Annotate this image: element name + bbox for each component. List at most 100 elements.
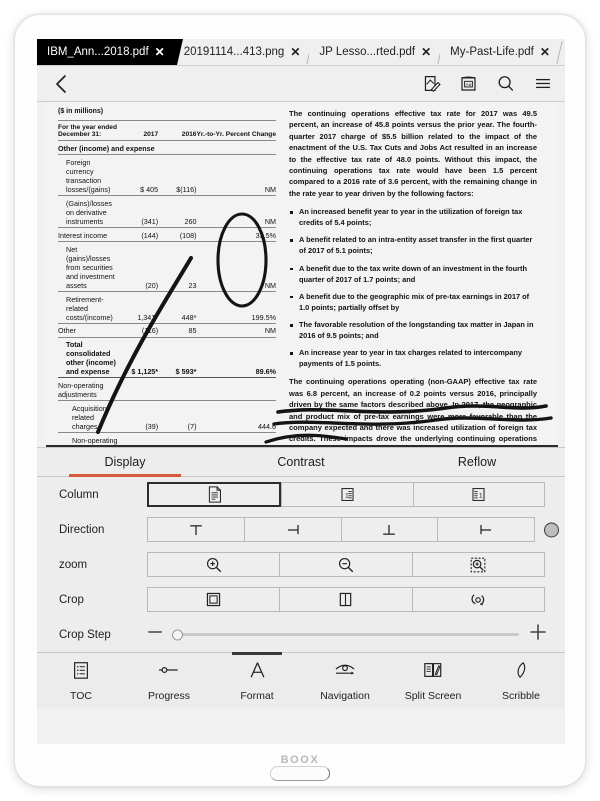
row-column: Column 1 1 — [37, 477, 565, 512]
table-row: Net (gains)/losses from securities and i… — [66, 244, 276, 290]
close-icon[interactable]: ✕ — [540, 46, 550, 58]
list-item: A benefit related to an intra-entity ass… — [289, 234, 537, 256]
nav-format[interactable]: Format — [213, 652, 301, 708]
tab-reflow[interactable]: Reflow — [389, 448, 565, 476]
nav-label: Split Screen — [404, 689, 462, 702]
tax-factor-bullets: An increased benefit year to year in the… — [289, 206, 537, 369]
table-row: Non-operating adjustments — [58, 381, 104, 400]
row-label: Crop — [59, 593, 84, 606]
plus-icon[interactable] — [529, 623, 547, 646]
slider-thumb[interactable] — [172, 629, 183, 640]
direction-bottom-icon[interactable] — [340, 517, 438, 542]
direction-right-icon[interactable] — [243, 517, 341, 542]
zoom-out-icon[interactable] — [279, 552, 412, 577]
table-row: Foreign currency transaction losses/(gai… — [66, 158, 276, 194]
crop-half-page-icon[interactable] — [279, 587, 412, 612]
tab-ibm-annual-2018[interactable]: IBM_Ann...2018.pdf ✕ — [37, 39, 174, 65]
list-item: An increased benefit year to year in the… — [289, 206, 537, 228]
crop-step-slider[interactable] — [172, 629, 519, 640]
direction-top-icon[interactable] — [147, 517, 244, 542]
zoom-area-icon[interactable] — [411, 552, 545, 577]
financial-table: For the year ended December 31: 2017 201… — [58, 120, 276, 447]
list-item: A benefit due to the tax write down of a… — [289, 263, 537, 285]
close-icon[interactable]: ✕ — [155, 46, 165, 58]
table-section-title: Other (income) and expense — [58, 144, 155, 154]
nav-scribble[interactable]: Scribble — [477, 653, 565, 708]
table-row: Retirement-related costs/(income) 1,341* 4… — [66, 294, 276, 322]
navigation-eye-icon — [333, 660, 357, 685]
tab-display[interactable]: Display — [37, 448, 213, 477]
format-letter-a-icon — [247, 660, 268, 685]
nav-progress[interactable]: Progress — [125, 653, 213, 708]
display-settings-panel: Display Contrast Reflow Column 1 1 Direc… — [37, 447, 565, 652]
single-column-page-icon[interactable] — [147, 482, 282, 507]
nav-toc[interactable]: TOC — [37, 653, 125, 708]
table-row: Non-operating retirement-related (costs)… — [72, 435, 118, 447]
table-row: Interest income (144) (108) 33.5% — [58, 230, 276, 240]
right-paragraph-2: The continuing operations operating (non… — [289, 377, 537, 447]
tab-my-past-life-pdf[interactable]: My-Past-Life.pdf ✕ — [440, 39, 559, 65]
back-chevron-icon[interactable] — [53, 73, 69, 95]
row-label: Direction — [59, 523, 105, 536]
close-icon[interactable]: ✕ — [290, 46, 300, 58]
two-column-right-number-icon[interactable]: 1 — [412, 482, 545, 507]
nav-navigation[interactable]: Navigation — [301, 653, 389, 708]
table-row: Acquisition-related charges (39) (7) 444.6 — [72, 404, 276, 431]
annotate-page-icon[interactable] — [422, 74, 441, 93]
direction-left-icon[interactable] — [437, 517, 535, 542]
row-direction: Direction — [37, 512, 565, 547]
document-left-column: ($ in millions) For the year ended Decem… — [58, 108, 276, 447]
row-crop-step: Crop Step — [37, 617, 565, 652]
tab-contrast[interactable]: Contrast — [213, 448, 389, 476]
tab-label: Contrast — [277, 455, 325, 469]
row-label: Crop Step — [59, 628, 111, 641]
tab-20191114-png[interactable]: 20191114...413.png ✕ — [173, 39, 310, 65]
table-units-note: ($ in millions) — [58, 108, 104, 115]
column-segmented-control: 1 1 — [147, 482, 545, 507]
table-header-2016: 2016 — [181, 131, 197, 139]
tab-label: Display — [104, 455, 146, 469]
direction-overflow-knob[interactable] — [544, 522, 559, 537]
reader-toolbar: Aa — [37, 66, 565, 102]
device-frame: IBM_Ann...2018.pdf ✕ 20191114...413.png … — [14, 14, 586, 787]
menu-hamburger-icon[interactable] — [533, 74, 553, 93]
tab-jp-lesson-pdf[interactable]: JP Lesso...rted.pdf ✕ — [309, 39, 441, 65]
list-item: A benefit due to the geographic mix of p… — [289, 291, 537, 313]
minus-icon[interactable] — [147, 625, 163, 644]
nav-label: Scribble — [502, 689, 540, 702]
search-icon[interactable] — [496, 74, 515, 93]
dictionary-book-icon[interactable]: Aa — [459, 74, 478, 93]
scribble-pen-icon — [512, 660, 530, 685]
crop-segmented-control — [147, 587, 545, 612]
tab-label: 20191114...413.png — [183, 46, 285, 58]
nav-label: TOC — [70, 689, 92, 702]
nav-split-screen[interactable]: Split Screen — [389, 653, 477, 708]
tab-bar: IBM_Ann...2018.pdf ✕ 20191114...413.png … — [37, 39, 565, 66]
table-header-2017: 2017 — [143, 131, 159, 139]
table-row: Other (116) 85 NM — [58, 326, 276, 336]
tab-label: Reflow — [457, 455, 497, 469]
toc-list-icon — [71, 660, 91, 685]
document-viewport[interactable]: ($ in millions) For the year ended Decem… — [37, 102, 565, 447]
table-header-change: Yr.-to-Yr. Percent Change — [196, 131, 276, 139]
row-label: zoom — [59, 558, 88, 571]
pdf-page: ($ in millions) For the year ended Decem… — [46, 102, 558, 447]
two-column-left-number-icon[interactable]: 1 — [281, 482, 413, 507]
right-paragraph-1: The continuing operations effective tax … — [289, 109, 537, 198]
table-header-label: For the year ended December 31: — [58, 123, 117, 139]
zoom-in-icon[interactable] — [147, 552, 280, 577]
progress-slider-icon — [157, 660, 181, 685]
table-row: Total consolidated other (income) and ex… — [66, 340, 276, 377]
row-crop: Crop — [37, 582, 565, 617]
tab-label: JP Lesso...rted.pdf — [319, 46, 416, 58]
crop-reset-icon[interactable] — [411, 587, 545, 612]
tab-label: IBM_Ann...2018.pdf — [47, 46, 149, 58]
close-icon[interactable]: ✕ — [421, 46, 431, 58]
device-home-button[interactable] — [270, 766, 330, 781]
crop-full-page-icon[interactable] — [147, 587, 280, 612]
svg-text:Aa: Aa — [466, 82, 472, 87]
row-label: Column — [59, 488, 99, 501]
list-item: The favorable resolution of the longstan… — [289, 319, 537, 341]
bottom-navigation-bar: TOC Progress Format Navigation Split Scr… — [37, 652, 565, 708]
panel-tab-bar: Display Contrast Reflow — [37, 448, 565, 477]
